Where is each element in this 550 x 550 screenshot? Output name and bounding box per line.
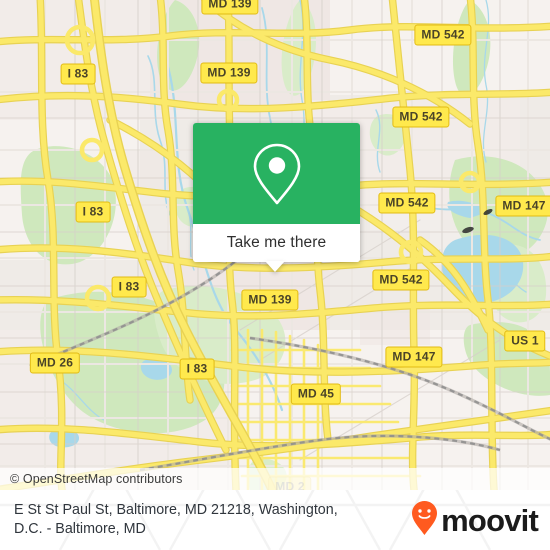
road-shield: MD 139 bbox=[201, 0, 259, 15]
moovit-wordmark: moovit bbox=[441, 502, 539, 538]
road-shield: MD 542 bbox=[414, 24, 472, 46]
road-shield: MD 139 bbox=[241, 289, 299, 311]
address-text: E St St Paul St, Baltimore, MD 21218, Wa… bbox=[14, 501, 411, 539]
road-shield: MD 542 bbox=[378, 192, 436, 214]
address-line-2: D.C. - Baltimore, MD bbox=[14, 521, 146, 537]
road-shield: US 1 bbox=[504, 330, 546, 352]
map-canvas[interactable]: .bg { fill:#efebe7; } .urb { fill:#f2ece… bbox=[0, 0, 550, 490]
road-shield: MD 147 bbox=[495, 195, 550, 217]
footer-bar: E St St Paul St, Baltimore, MD 21218, Wa… bbox=[0, 490, 550, 550]
map-screenshot: .bg { fill:#efebe7; } .urb { fill:#f2ece… bbox=[0, 0, 550, 550]
road-shield: I 83 bbox=[111, 276, 147, 298]
moovit-logo[interactable]: moovit bbox=[411, 500, 539, 541]
osm-attribution: © OpenStreetMap contributors bbox=[0, 468, 550, 490]
moovit-pin-icon bbox=[411, 500, 438, 541]
callout-header bbox=[193, 123, 360, 224]
road-shield: MD 542 bbox=[372, 269, 430, 291]
road-shield: MD 147 bbox=[385, 346, 443, 368]
road-shield: MD 45 bbox=[290, 383, 342, 405]
road-shield: I 83 bbox=[60, 63, 96, 85]
take-me-there-callout[interactable]: Take me there bbox=[193, 123, 360, 262]
take-me-there-label: Take me there bbox=[226, 234, 327, 251]
road-shield: MD 139 bbox=[200, 62, 258, 84]
map-pin-icon bbox=[193, 123, 360, 224]
callout-pointer bbox=[265, 261, 285, 272]
road-shield: I 83 bbox=[75, 201, 111, 223]
address-line-1: E St St Paul St, Baltimore, MD 21218, Wa… bbox=[14, 502, 338, 518]
road-shield: MD 542 bbox=[392, 106, 450, 128]
road-shield: I 83 bbox=[179, 358, 215, 380]
road-shield: MD 26 bbox=[29, 352, 81, 374]
